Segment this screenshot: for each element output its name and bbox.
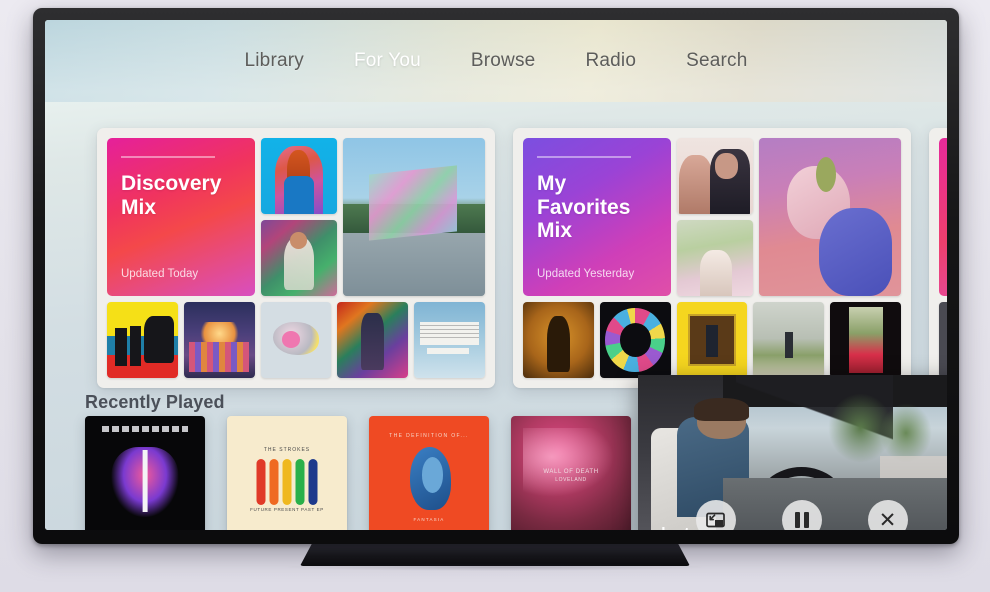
hero-rule xyxy=(537,156,631,158)
mix-card-bottom-row xyxy=(523,302,901,378)
discovery-mix-hero[interactable]: Discovery Mix Updated Today xyxy=(107,138,255,296)
album-thumbnail-colorful-figure[interactable] xyxy=(337,302,409,378)
album-thumbnail-flower-field[interactable] xyxy=(677,220,753,296)
album-thumbnail-strumbellas-hope[interactable] xyxy=(183,302,255,378)
album-thumbnail-dark-floral[interactable] xyxy=(830,302,901,378)
discovery-mix-subtitle: Updated Today xyxy=(121,268,199,280)
third-mix-hero[interactable] xyxy=(939,138,947,296)
album-thumbnail-iridescent-cube[interactable] xyxy=(343,138,485,296)
album-thumbnail-partial-c[interactable] xyxy=(939,302,947,378)
title-line-1: Discovery xyxy=(121,172,222,195)
tv-stand-shadow xyxy=(280,563,710,571)
close-icon: ✕ xyxy=(878,508,897,531)
recently-played-row: THE STROKES FUTURE PRESENT PAST EP THE D… xyxy=(85,416,631,530)
close-button[interactable]: ✕ xyxy=(867,500,908,531)
album-thumbnail-blue-sketch[interactable] xyxy=(414,302,485,378)
nav-item-library[interactable]: Library xyxy=(236,46,311,76)
mix-card-top-row: My Favorites Mix Updated Yesterday xyxy=(523,138,901,296)
top-navigation: Library For You Browse Radio Search xyxy=(45,20,947,102)
title-line-2: Mix xyxy=(121,195,157,219)
scene: Library For You Browse Radio Search Disc… xyxy=(0,0,990,592)
picture-in-picture-player[interactable]: c|net ✕ xyxy=(638,375,947,530)
mix-card-top-row: Discovery Mix Updated Today xyxy=(107,138,485,296)
album-thumbnail-redhead[interactable] xyxy=(261,138,337,214)
mix-card-bottom-row xyxy=(107,302,485,378)
album-thumbnail-concentric-rings[interactable] xyxy=(599,302,671,378)
my-favorites-mix-subtitle: Updated Yesterday xyxy=(537,268,635,280)
hero-rule xyxy=(121,156,215,158)
thumbnail-column xyxy=(261,138,337,296)
pip-controls: ✕ xyxy=(638,500,947,530)
my-favorites-mix-title: My Favorites Mix xyxy=(537,172,661,243)
mix-card-discovery[interactable]: Discovery Mix Updated Today xyxy=(97,128,495,388)
album-the-strokes-future-present-past[interactable]: THE STROKES FUTURE PRESENT PAST EP xyxy=(227,416,347,530)
album-thumbnail-foxglove[interactable] xyxy=(759,138,901,296)
album-thumbnail-painterly[interactable] xyxy=(261,220,337,296)
nav-item-browse[interactable]: Browse xyxy=(463,46,544,76)
nav-item-search[interactable]: Search xyxy=(678,46,755,76)
title-line-1: My xyxy=(537,172,567,195)
title-line-2: Favorites xyxy=(537,195,631,219)
mix-card-shelf: Discovery Mix Updated Today My Favorites… xyxy=(45,116,947,388)
mix-card-my-favorites[interactable]: My Favorites Mix Updated Yesterday xyxy=(513,128,911,388)
discovery-mix-title: Discovery Mix xyxy=(121,172,245,219)
my-favorites-mix-hero[interactable]: My Favorites Mix Updated Yesterday xyxy=(523,138,671,296)
nav-item-radio[interactable]: Radio xyxy=(577,46,644,76)
thumbnail-column xyxy=(677,138,753,296)
recently-played-heading: Recently Played xyxy=(85,392,225,412)
album-thumbnail-silhouette-gold[interactable] xyxy=(523,302,594,378)
pause-icon xyxy=(794,512,809,528)
album-thumbnail-justin-martin[interactable] xyxy=(260,302,332,378)
picture-in-picture-icon xyxy=(706,512,725,528)
album-against-the-current[interactable] xyxy=(85,416,205,530)
nav-item-for-you[interactable]: For You xyxy=(346,46,429,76)
album-the-definition-of[interactable]: THE DEFINITION OF... FANTASIA xyxy=(369,416,489,530)
mix-card-top-row xyxy=(939,138,947,296)
mix-card-third-partial[interactable] xyxy=(929,128,947,388)
album-thumbnail-horse-yellow[interactable] xyxy=(107,302,178,378)
album-thumbnail-yellow-figure[interactable] xyxy=(676,302,748,378)
mix-card-bottom-row xyxy=(939,302,947,378)
album-thumbnail-watercolor-figure[interactable] xyxy=(753,302,825,378)
album-wall-of-death-loveland[interactable]: WALL OF DEATH LOVELAND xyxy=(511,416,631,530)
pause-button[interactable] xyxy=(781,500,822,530)
pip-restore-button[interactable] xyxy=(695,500,736,530)
tv-screen: Library For You Browse Radio Search Disc… xyxy=(45,20,947,530)
album-thumbnail-two-portraits[interactable] xyxy=(677,138,753,214)
tv-frame: Library For You Browse Radio Search Disc… xyxy=(33,8,959,544)
title-line-3: Mix xyxy=(537,219,573,243)
